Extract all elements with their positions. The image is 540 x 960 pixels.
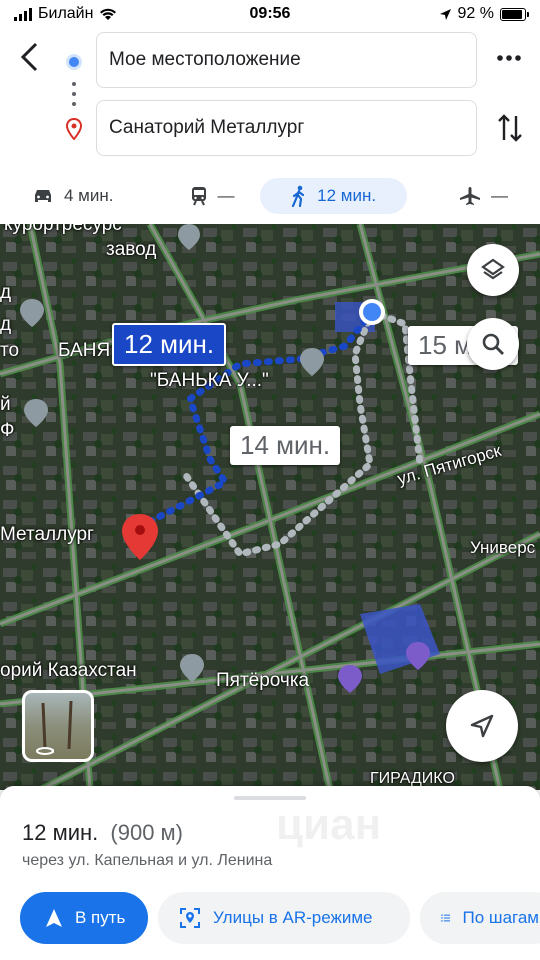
steps-label: По шагам [462,908,539,927]
map-label-banka: "БАНЬКА У..." [150,370,269,391]
map-label-left-to: то [0,340,20,361]
mode-walk-label: 12 мин. [317,186,377,205]
route-summary-sheet[interactable]: циан 12 мин. (900 м) через ул. Капельная… [0,786,540,960]
route-connector-dots [72,82,76,106]
search-icon [482,333,504,355]
map-label-left-f: Ф [0,420,15,441]
chevron-left-icon [20,42,38,72]
map-label-kazakhstan: орий Казахстан [0,660,137,681]
route-via: через ул. Капельная и ул. Ленина [22,852,273,869]
map-label-left-d2: д [0,314,12,335]
list-icon [441,914,451,922]
battery-icon [500,7,529,21]
action-buttons: В путь Улицы в AR-режиме По шагам [20,892,540,944]
train-icon [191,187,206,206]
destination-pin-icon [66,118,82,140]
navigation-start-icon [46,909,62,927]
mode-flight-label: — [491,186,508,205]
swap-direction-icon[interactable] [496,112,524,144]
navigation-arrow-icon [470,714,494,738]
status-time: 09:56 [249,5,291,22]
watermark-text: циан [276,800,382,849]
mode-car-tab[interactable]: 4 мин. [16,178,150,214]
live-view-ar-button[interactable]: Улицы в AR-режиме [158,892,410,944]
route-distance: (900 м) [110,820,183,845]
map-label-kurort: курортресурс [4,224,122,235]
location-arrow-icon [439,8,451,20]
route-time-alt1[interactable]: 14 мин. [230,426,341,465]
status-bar: Билайн 09:56 92 % [0,0,540,28]
destination-field[interactable]: Санаторий Металлург [96,100,477,156]
recenter-button[interactable] [446,690,518,762]
map-label-metallurg: Металлург [0,524,94,545]
wifi-icon [100,8,117,20]
battery-percent: 92 % [457,5,494,22]
map-label-univers: Универс [470,538,536,557]
ar-location-icon [180,908,200,928]
route-summary: 12 мин. (900 м) [22,820,183,846]
travel-mode-bar: 4 мин. — 12 мин. — [0,168,540,224]
route-time-selected[interactable]: 12 мин. [112,323,227,366]
more-horiz-icon [497,55,521,61]
back-button[interactable] [14,40,48,74]
mode-walk-tab[interactable]: 12 мин. [260,178,407,214]
street-view-thumbnail[interactable] [22,690,94,762]
mode-transit-label: — [217,186,235,205]
directions-header: Мое местоположение Санаторий Металлург [0,28,540,164]
origin-field[interactable]: Мое местоположение [96,32,477,88]
start-navigation-label: В путь [75,908,126,927]
origin-dot-icon [66,54,82,70]
more-options-button[interactable] [496,50,522,62]
signal-icon [14,7,32,21]
walking-icon [292,185,305,207]
airplane-icon [460,187,480,205]
street-view-rotate-icon [36,700,73,755]
steps-button[interactable]: По шагам [420,892,540,944]
mode-transit-tab[interactable]: — [150,178,257,214]
start-navigation-button[interactable]: В путь [20,892,148,944]
route-duration: 12 мин. [22,820,99,845]
map-view[interactable]: курортресурс завод БАНЯ КОМПЛЕКС "БАНЬКА… [0,224,540,790]
live-view-ar-label: Улицы в AR-режиме [213,908,373,927]
carrier-name: Билайн [38,5,94,22]
car-icon [35,190,51,202]
search-map-button[interactable] [467,318,519,370]
map-label-pyaterochka: Пятёрочка [216,670,310,691]
mode-car-label: 4 мин. [64,186,114,205]
map-label-zavod: завод [106,239,157,260]
map-label-left-y: й [0,394,11,415]
map-label-left-d1: д [0,282,12,303]
layers-button[interactable] [467,244,519,296]
mode-flight-tab[interactable]: — [443,178,524,214]
layers-icon [481,258,505,280]
